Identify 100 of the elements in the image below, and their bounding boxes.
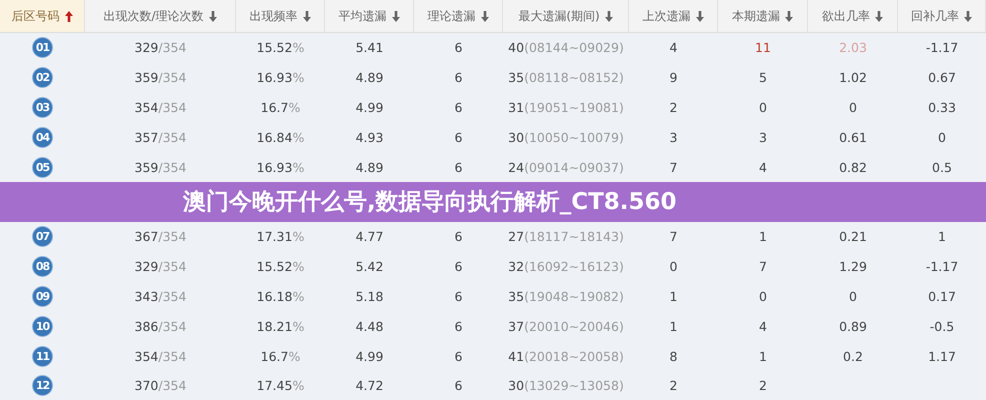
table-cell-text: 1 xyxy=(937,228,947,246)
table-cell-text: 16.7% xyxy=(260,98,302,117)
table-cell-text: 2 xyxy=(668,377,678,396)
table-cell-text: 329/354 xyxy=(134,39,188,58)
table-cell-text: 0 xyxy=(758,288,768,306)
table-cell-text: 0.5 xyxy=(931,158,953,177)
table-cell-text: 0.33 xyxy=(927,98,957,117)
down-arrow-icon xyxy=(480,10,488,22)
table-cell-text: 6 xyxy=(454,318,464,336)
table-cell-text: 359/354 xyxy=(134,69,188,88)
table-cell-text: 1 xyxy=(758,348,768,366)
table-cell-text: 2 xyxy=(758,377,768,396)
number-ball: 05 xyxy=(32,156,53,178)
number-ball: 02 xyxy=(32,67,53,88)
table-cell-text: 4.72 xyxy=(354,377,384,396)
down-arrow-icon xyxy=(208,10,217,22)
table-cell-text: 7 xyxy=(668,158,678,177)
table-cell-text: 357/354 xyxy=(134,128,188,147)
table-cell-text: 2 xyxy=(668,98,678,117)
table-cell-text: 15.52% xyxy=(256,39,306,58)
table-cell-text: 8 xyxy=(668,348,678,366)
table-cell-text: 4.99 xyxy=(354,98,384,117)
table-cell-text: 16.93% xyxy=(256,158,306,177)
table-cell-text: 4 xyxy=(758,158,768,177)
number-ball: 04 xyxy=(32,126,53,148)
up-arrow-icon xyxy=(64,10,72,22)
table-cell-text: 16.7% xyxy=(260,348,302,366)
number-ball: 07 xyxy=(32,226,53,248)
table-cell-text: 0.89 xyxy=(838,318,868,336)
table-cell-text: 4.89 xyxy=(354,158,384,177)
table-cell-text: 0.61 xyxy=(838,128,868,147)
table-cell-text: 31(19051~19081) xyxy=(507,98,625,117)
table-cell-text: 6 xyxy=(454,288,464,306)
number-ball: 09 xyxy=(32,286,53,307)
table-cell-text: 1.29 xyxy=(838,258,868,276)
number-ball: 08 xyxy=(32,256,53,278)
down-arrow-icon xyxy=(696,10,704,22)
table-cell-text: 15.52% xyxy=(256,258,306,276)
table-cell-text: 6 xyxy=(454,258,464,276)
banner-title: 澳门今晚开什么号,数据导向执行解析_CT8.560 xyxy=(183,188,677,218)
column-header[interactable]: 后区号码 xyxy=(0,0,85,32)
table-cell-text: 4 xyxy=(668,39,678,58)
table-cell-text: 27(18117~18143) xyxy=(507,228,625,246)
table-cell-text: 16.84% xyxy=(256,128,306,147)
table-cell-text: 30(13029~13058) xyxy=(507,377,625,396)
table-cell-text: 6 xyxy=(454,39,464,58)
table-cell-text: 0.17 xyxy=(927,288,957,306)
table-cell-text: 343/354 xyxy=(134,288,188,306)
table-cell-text: 35(08118~08152) xyxy=(507,69,625,88)
table-cell-text: 0 xyxy=(758,98,768,117)
table-cell-text: 7 xyxy=(668,228,678,246)
down-arrow-icon xyxy=(392,10,400,22)
table-cell-text: 16.93% xyxy=(256,69,306,88)
table-cell-text: 7 xyxy=(758,258,768,276)
table-cell-text: 37(20010~20046) xyxy=(507,318,625,336)
table-cell-text: 9 xyxy=(668,69,678,88)
table-cell-text: 2.03 xyxy=(838,39,868,58)
table-cell-text: 6 xyxy=(454,69,464,88)
table-cell-text: 367/354 xyxy=(134,228,188,246)
table-cell-text: 5.41 xyxy=(354,39,384,58)
table-cell-text: 0 xyxy=(937,128,947,147)
table-cell-text: 11 xyxy=(754,39,772,58)
table-cell-text: 1 xyxy=(668,318,678,336)
table-cell-text: 6 xyxy=(454,128,464,147)
table-cell-text: 17.31% xyxy=(256,228,306,246)
down-arrow-icon xyxy=(964,10,972,22)
table-cell-text: -1.17 xyxy=(924,39,960,58)
number-ball: 03 xyxy=(32,96,53,118)
down-arrow-icon xyxy=(302,10,310,22)
table-cell-text: 0 xyxy=(848,288,858,306)
table-cell-text: 6 xyxy=(454,348,464,366)
table-cell-text: 6 xyxy=(454,98,464,117)
table-cell-text: 30(10050~10079) xyxy=(507,128,625,147)
table-cell-text: 5 xyxy=(758,69,768,88)
table-cell-text: 17.45% xyxy=(256,377,306,396)
table-cell-text: 5.42 xyxy=(354,258,384,276)
table-cell-text: 354/354 xyxy=(134,98,188,117)
table-cell-text: 0 xyxy=(848,98,858,117)
table-cell-text: -1.17 xyxy=(924,258,960,276)
table-cell-text: 0 xyxy=(668,258,678,276)
table-cell-text: 32(16092~16123) xyxy=(507,258,625,276)
table-cell-text: 4.93 xyxy=(354,128,384,147)
table-cell-text: 16.18% xyxy=(256,288,306,306)
table-cell-text: 0.67 xyxy=(927,69,957,88)
number-ball: 12 xyxy=(32,375,53,396)
table-cell-text: 41(20018~20058) xyxy=(507,348,625,366)
down-arrow-icon xyxy=(604,10,613,22)
table-cell-text: 1.02 xyxy=(838,69,868,88)
table-cell-text: 4.99 xyxy=(354,348,384,366)
down-arrow-icon xyxy=(875,10,883,22)
table-cell-text: 1 xyxy=(668,288,678,306)
table-cell-text: 354/354 xyxy=(134,348,188,366)
table-cell-text: 370/354 xyxy=(134,377,188,396)
number-ball: 10 xyxy=(32,316,53,337)
table-cell-text: 4.89 xyxy=(354,69,384,88)
table-cell-text: 3 xyxy=(668,128,678,147)
number-ball: 01 xyxy=(32,37,53,58)
table-cell-text: 6 xyxy=(454,158,464,177)
table-cell-text: 6 xyxy=(454,377,464,396)
number-ball: 11 xyxy=(32,346,53,367)
